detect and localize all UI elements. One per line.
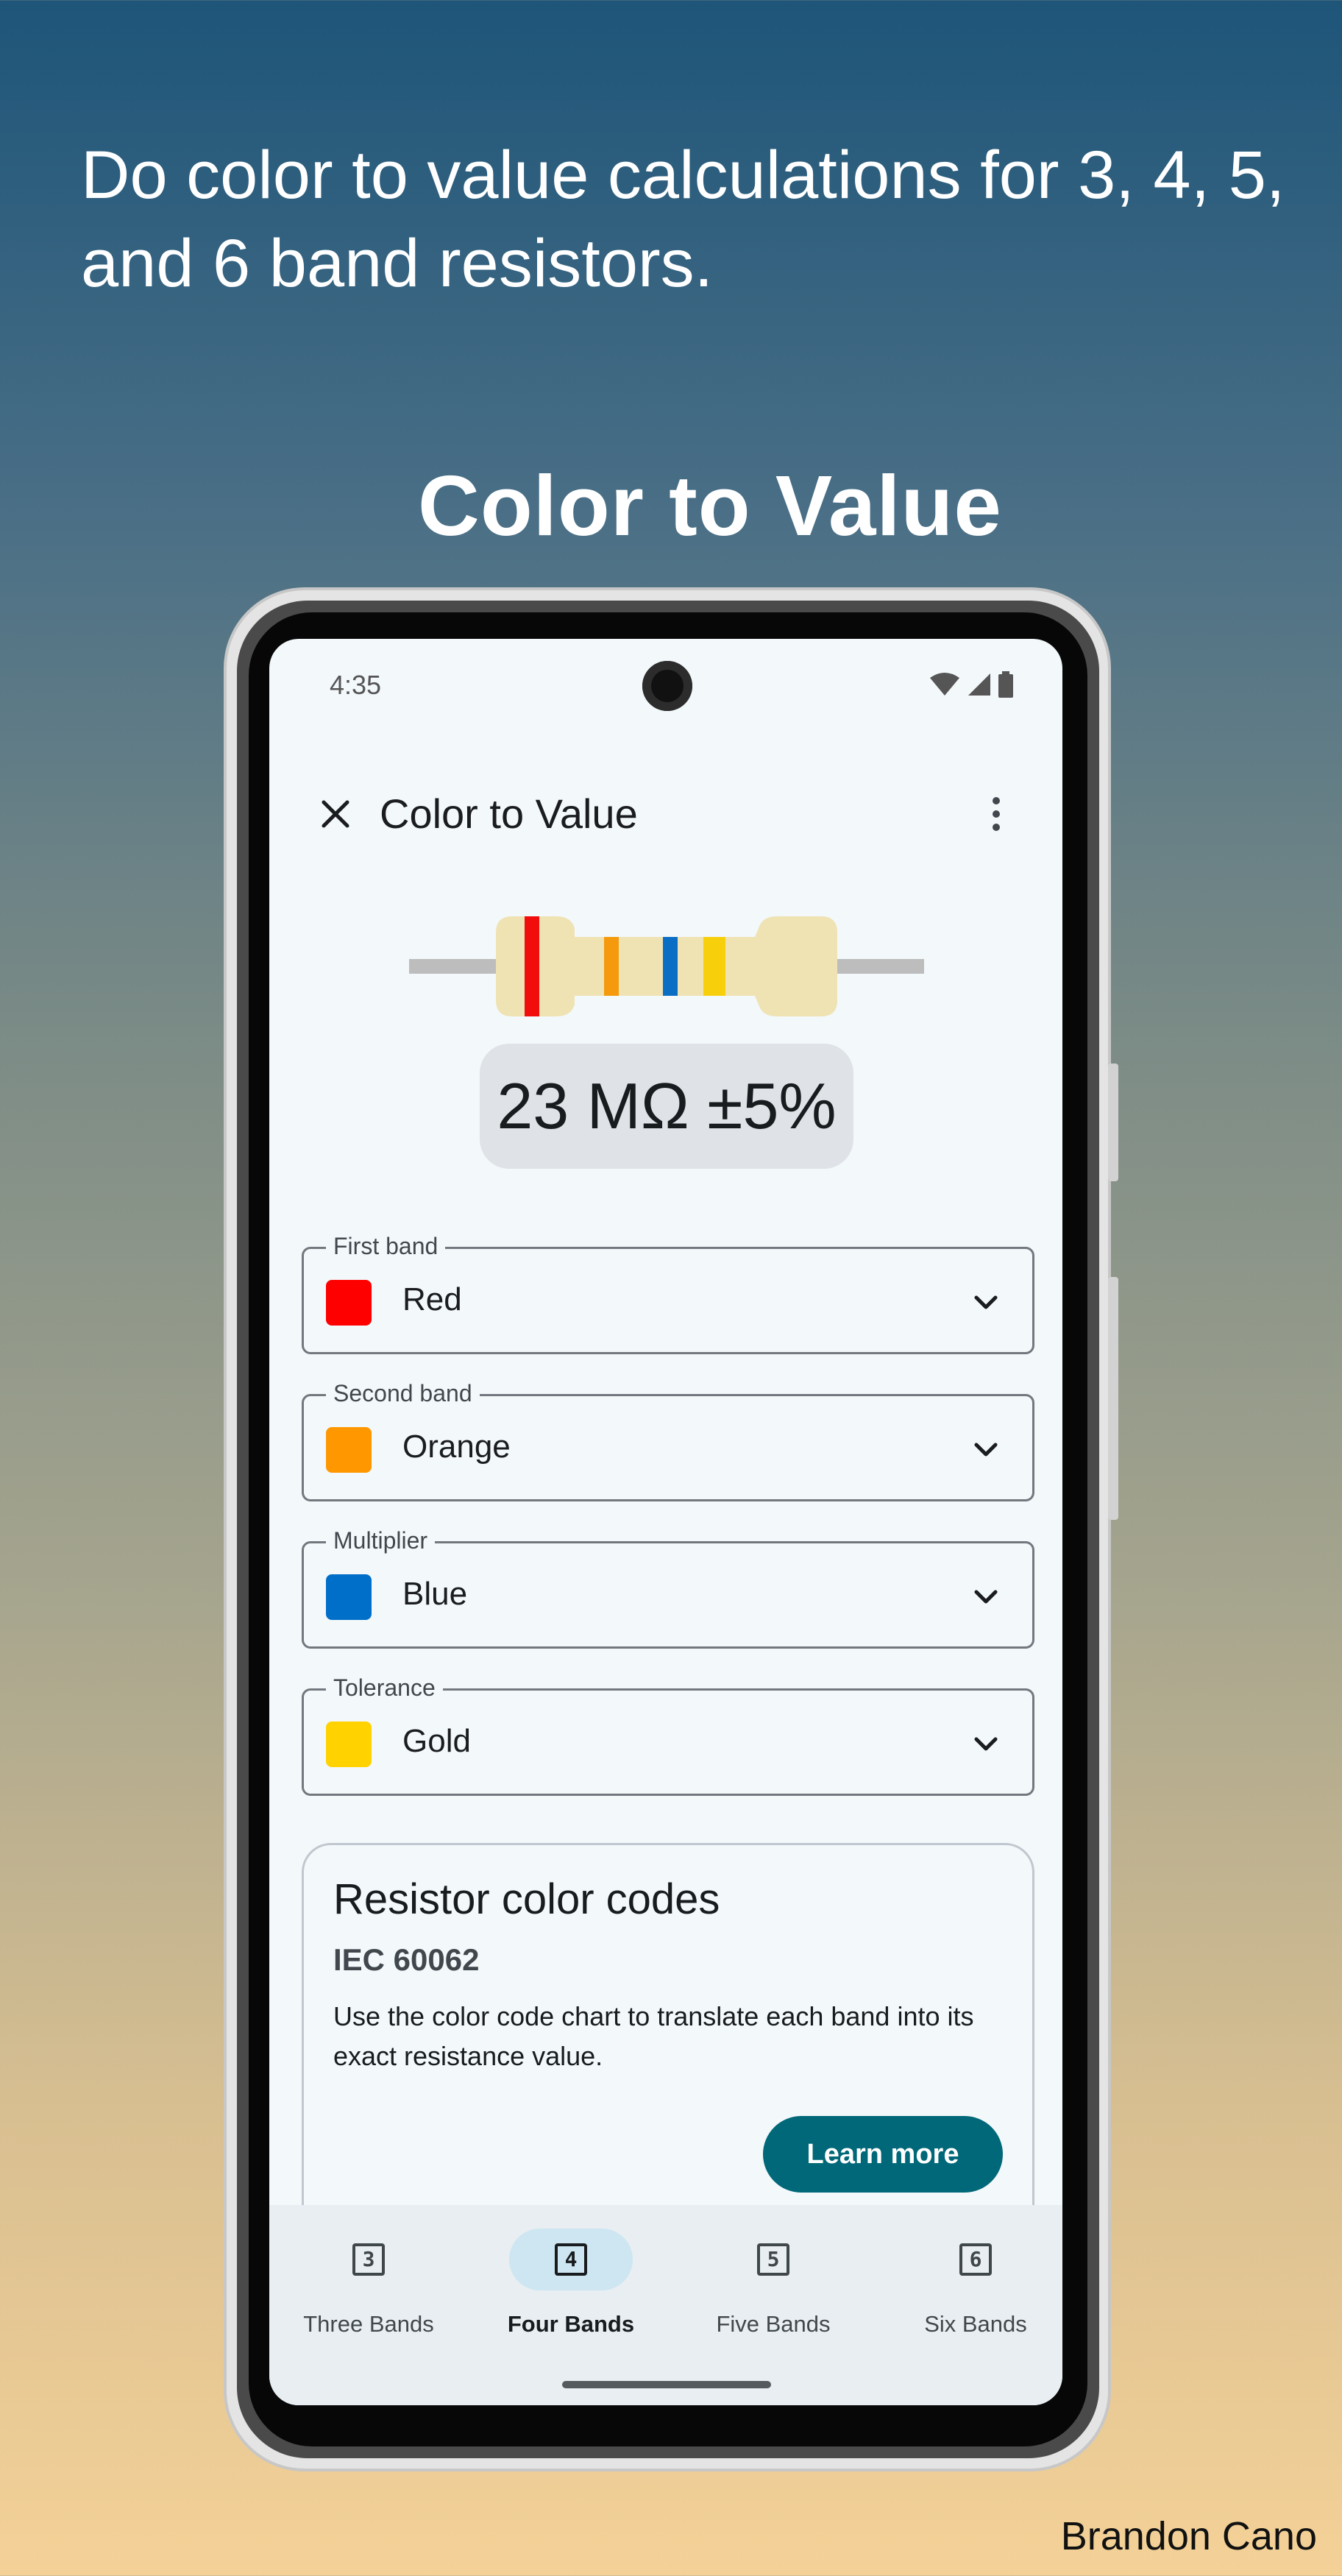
tolerance-value: Gold <box>402 1723 471 1759</box>
multiplier-select[interactable]: Multiplier Blue <box>302 1527 1034 1649</box>
home-indicator[interactable] <box>562 2381 771 2388</box>
tolerance-select[interactable]: Tolerance Gold <box>302 1674 1034 1796</box>
resistance-value: 23 MΩ ±5% <box>480 1044 853 1169</box>
resistor-lead-left <box>409 959 497 974</box>
battery-icon <box>998 671 1013 698</box>
more-vert-icon <box>993 797 1000 831</box>
nav-icon-container: 3 <box>307 2229 430 2290</box>
nav-label: Six Bands <box>924 2311 1027 2337</box>
phone-power-button <box>1108 1064 1118 1181</box>
author-credit: Brandon Cano <box>1060 2514 1317 2558</box>
chevron-down-icon <box>974 1443 998 1457</box>
second-band-select[interactable]: Second band Orange <box>302 1380 1034 1501</box>
phone-volume-button <box>1108 1277 1118 1520</box>
nav-active-indicator: 4 <box>509 2229 633 2290</box>
nav-item-six-bands[interactable]: 6 Six Bands <box>887 2229 1062 2339</box>
chevron-down-icon <box>974 1590 998 1604</box>
second-band-swatch <box>326 1427 372 1473</box>
tolerance-label: Tolerance <box>326 1674 443 1702</box>
multiplier-value: Blue <box>402 1576 468 1612</box>
second-band-value: Orange <box>402 1429 511 1465</box>
number-3-icon: 3 <box>352 2243 385 2276</box>
info-card-subtitle: IEC 60062 <box>333 1942 480 1977</box>
status-icons <box>929 671 1014 698</box>
wifi-icon <box>930 673 959 696</box>
nav-icon-container: 6 <box>914 2229 1037 2290</box>
nav-icon-container: 5 <box>711 2229 835 2290</box>
close-button[interactable] <box>299 777 372 851</box>
app-bar-title: Color to Value <box>380 790 638 837</box>
resistor-band-2 <box>604 937 619 996</box>
signal-icon <box>968 673 990 696</box>
first-band-value: Red <box>402 1281 462 1317</box>
top-app-bar: Color to Value <box>269 757 1062 874</box>
chevron-down-icon <box>974 1737 998 1751</box>
chevron-down-icon <box>974 1295 998 1309</box>
status-bar: 4:35 <box>269 639 1062 727</box>
tolerance-swatch <box>326 1722 372 1767</box>
first-band-label: First band <box>326 1233 446 1260</box>
nav-label: Four Bands <box>507 2311 635 2337</box>
resistor-illustration <box>409 916 924 1016</box>
number-4-icon: 4 <box>555 2243 587 2276</box>
app-screen: 4:35 Color to Value 23 MΩ ±5% First band… <box>269 639 1062 2405</box>
resistor-band-4 <box>703 937 725 996</box>
resistor-band-1 <box>525 916 539 1016</box>
learn-more-button[interactable]: Learn more <box>763 2116 1003 2193</box>
info-card-body: Use the color code chart to translate ea… <box>333 2001 974 2071</box>
promo-caption: Do color to value calculations for 3, 4,… <box>81 138 1285 301</box>
number-5-icon: 5 <box>757 2243 789 2276</box>
info-card-title: Resistor color codes <box>333 1875 720 1923</box>
promo-heading: Color to Value <box>418 458 1002 553</box>
nav-item-five-bands[interactable]: 5 Five Bands <box>685 2229 862 2339</box>
front-camera <box>642 661 692 711</box>
status-time: 4:35 <box>330 670 382 700</box>
second-band-label: Second band <box>326 1380 480 1407</box>
multiplier-label: Multiplier <box>326 1527 436 1554</box>
close-icon <box>322 800 349 828</box>
first-band-swatch <box>326 1280 372 1326</box>
multiplier-swatch <box>326 1574 372 1620</box>
more-options-button[interactable] <box>959 777 1033 851</box>
resistor-lead-right <box>836 959 924 974</box>
number-6-icon: 6 <box>959 2243 992 2276</box>
first-band-select[interactable]: First band Red <box>302 1233 1034 1354</box>
nav-item-three-bands[interactable]: 3 Three Bands <box>280 2229 457 2339</box>
nav-label: Three Bands <box>303 2311 434 2337</box>
resistor-band-3 <box>663 937 678 996</box>
nav-label: Five Bands <box>716 2311 831 2337</box>
nav-item-four-bands[interactable]: 4 Four Bands <box>483 2229 659 2339</box>
bottom-navigation: 3 Three Bands 4 Four Bands 5 Five Bands … <box>269 2205 1062 2405</box>
